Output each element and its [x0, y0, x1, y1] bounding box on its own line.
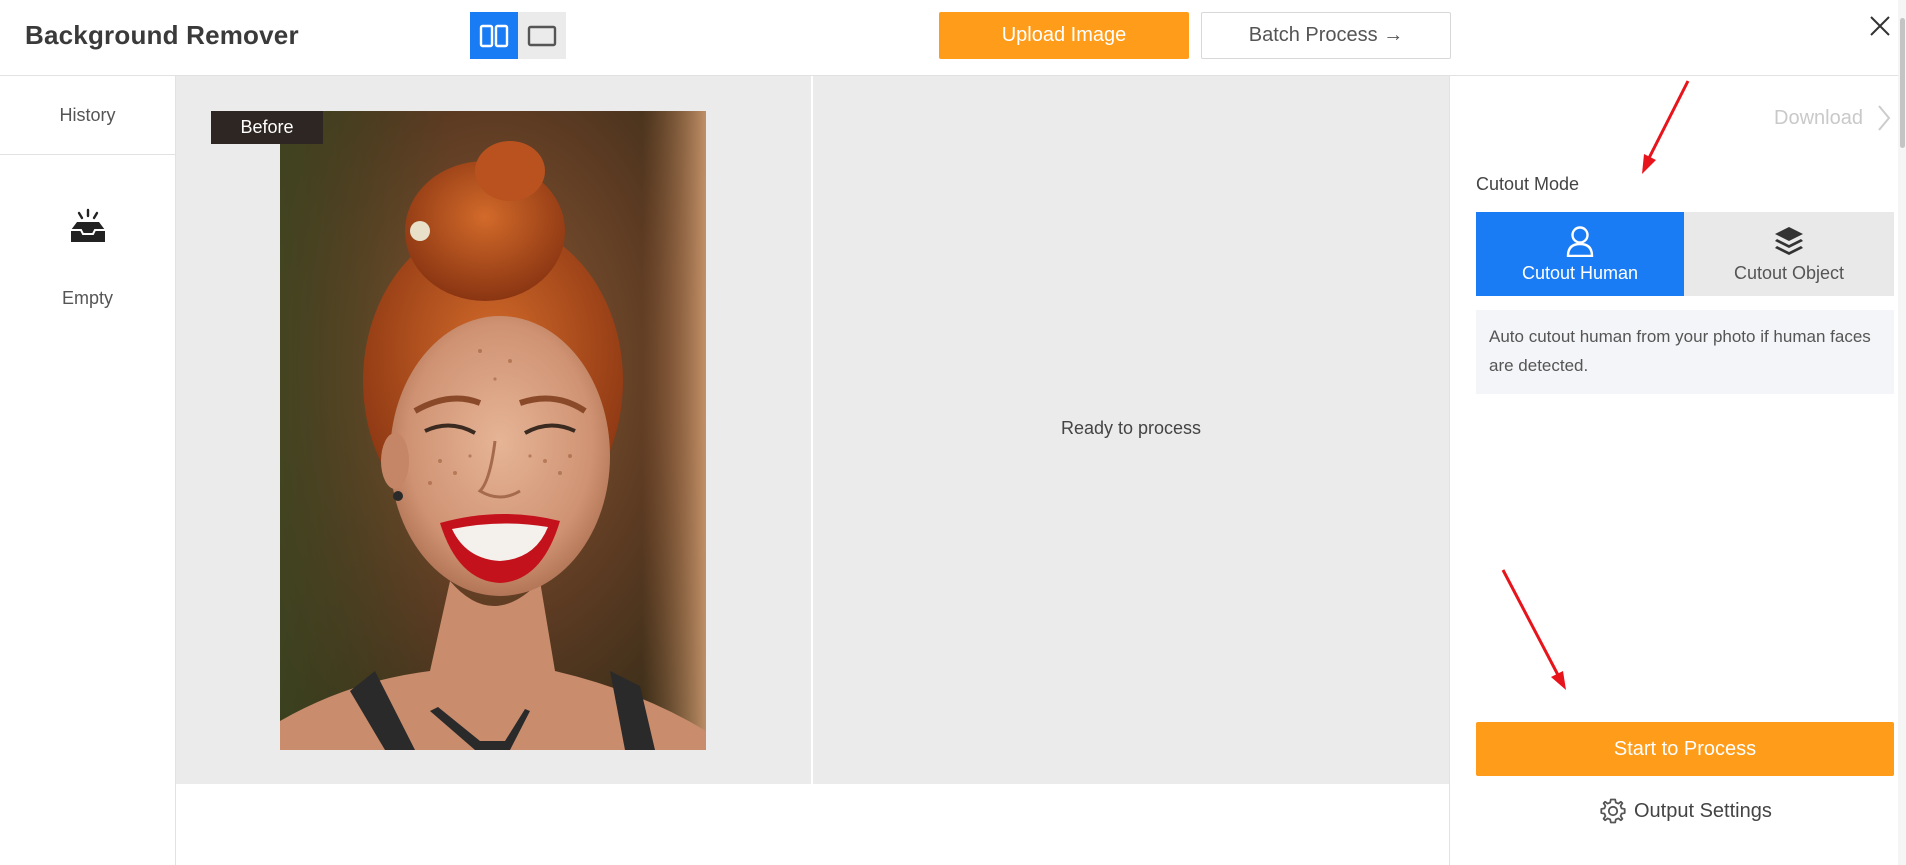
- history-sidebar: History Empty: [0, 76, 176, 865]
- cutout-human-option[interactable]: Cutout Human: [1476, 212, 1684, 296]
- cutout-object-option[interactable]: Cutout Object: [1684, 212, 1894, 296]
- scrollbar-thumb[interactable]: [1900, 18, 1905, 148]
- cutout-object-label: Cutout Object: [1733, 262, 1845, 283]
- close-icon: [1870, 16, 1890, 36]
- split-view-button[interactable]: [470, 12, 518, 59]
- history-tab[interactable]: History: [0, 76, 175, 155]
- output-settings-label: Output Settings: [1634, 799, 1772, 822]
- batch-process-button[interactable]: Batch Process →: [1201, 12, 1451, 59]
- ready-to-process-text: Ready to process: [1060, 418, 1202, 438]
- view-mode-toggle: [470, 12, 566, 59]
- chevron-right-icon: [1878, 105, 1891, 131]
- empty-history-label: Empty: [61, 288, 113, 308]
- header-bar: Background Remover Upload Image Batch Pr…: [0, 0, 1906, 76]
- before-label-badge: Before: [211, 111, 323, 144]
- cutout-mode-description: Auto cutout human from your photo if hum…: [1476, 310, 1894, 394]
- uploaded-photo: [280, 111, 706, 750]
- download-label: Download: [1774, 106, 1863, 129]
- layers-icon: [1775, 226, 1803, 255]
- upload-image-button[interactable]: Upload Image: [939, 12, 1189, 59]
- app-title: Background Remover: [25, 20, 299, 50]
- download-button[interactable]: Download: [1774, 104, 1891, 132]
- single-view-button[interactable]: [518, 12, 566, 59]
- inbox-tray-icon: [71, 208, 105, 242]
- split-view-icon: [479, 24, 509, 47]
- single-view-icon: [527, 25, 557, 46]
- close-button[interactable]: [1864, 10, 1896, 42]
- person-icon: [1566, 225, 1594, 257]
- gear-icon: [1600, 798, 1626, 824]
- cutout-human-label: Cutout Human: [1521, 262, 1639, 283]
- start-process-button[interactable]: Start to Process: [1476, 722, 1894, 776]
- preview-footer: [176, 784, 1449, 865]
- output-settings-button[interactable]: Output Settings: [1600, 796, 1772, 826]
- cutout-mode-label: Cutout Mode: [1476, 174, 1580, 194]
